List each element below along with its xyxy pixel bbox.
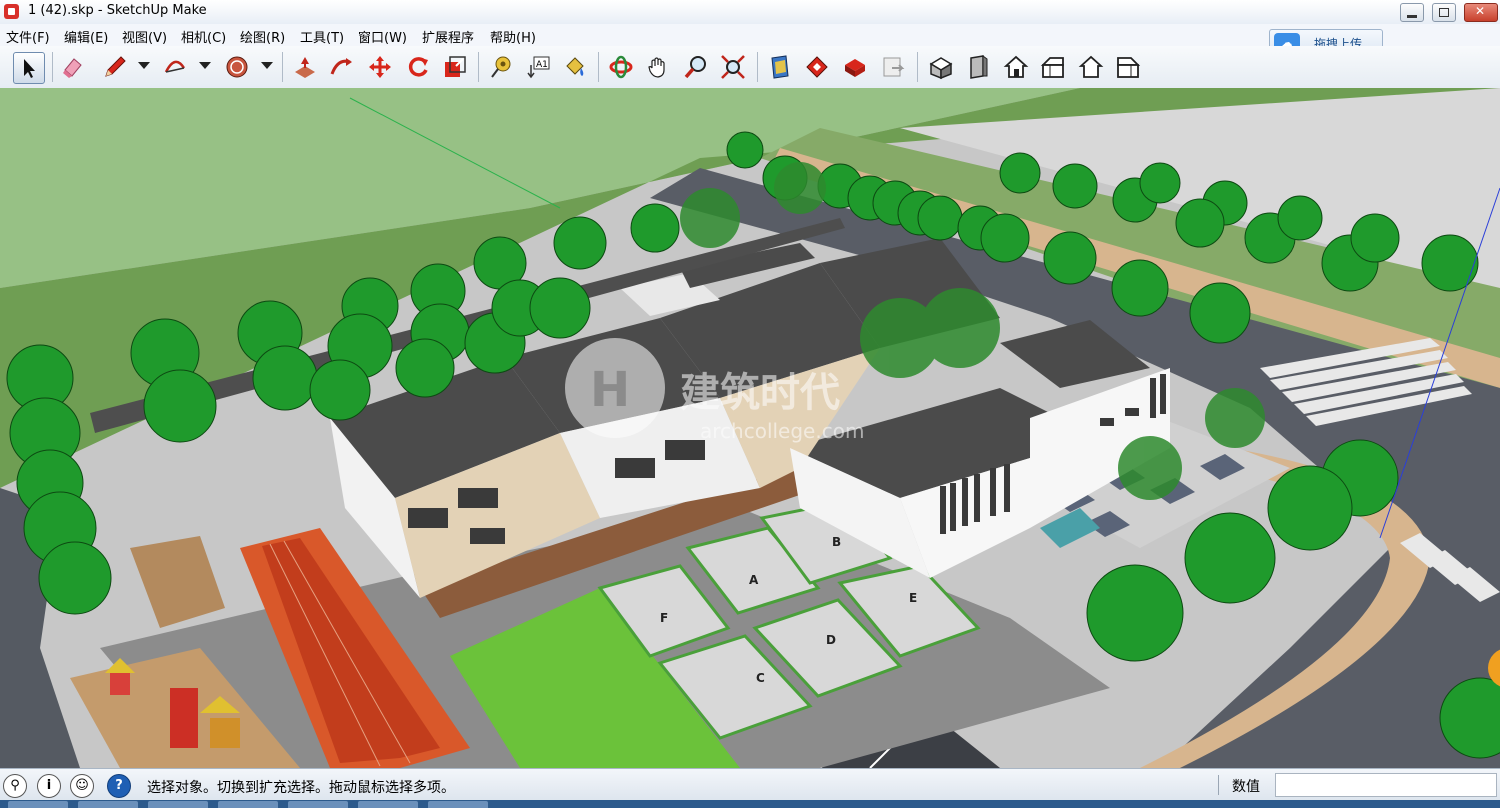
minimize-button[interactable] [1400,3,1424,22]
title-bar: 1 (42).skp - SketchUp Make [0,0,1500,25]
model-viewport[interactable]: A B C D E F H 建筑时代 archcollege.com [0,88,1500,768]
site-model-render: A B C D E F H 建筑时代 archcollege.com [0,88,1500,768]
status-message: 选择对象。切换到扩充选择。拖动鼠标选择多项。 [147,780,455,796]
iso-view-icon[interactable] [926,52,956,82]
menu-camera[interactable]: 相机(C) [181,27,226,46]
orbit-tool-icon[interactable] [606,52,636,82]
pencil-dropdown-chevron-icon[interactable] [138,62,150,69]
extension-warehouse-icon[interactable] [840,52,870,82]
menu-file[interactable]: 文件(F) [6,27,50,46]
svg-text:H: H [590,362,630,418]
main-toolbar: A1 [0,46,1500,89]
front-view-icon[interactable] [1001,52,1031,82]
plot-label-a: A [749,573,759,587]
geo-location-icon[interactable]: ⚲ [3,774,27,798]
menu-extensions[interactable]: 扩展程序 [422,27,474,46]
taskbar-item[interactable] [78,801,138,808]
plot-label-d: D [826,633,836,647]
close-button[interactable] [1464,3,1498,22]
eraser-tool-icon[interactable] [58,52,88,82]
help-icon[interactable]: ? [107,774,131,798]
watermark-url: archcollege.com [700,419,864,443]
taskbar-item[interactable] [8,801,68,808]
menu-draw[interactable]: 绘图(R) [240,27,285,46]
watermark-text: 建筑时代 [680,370,840,416]
status-bar: ⚲ i ☺ ? 选择对象。切换到扩充选择。拖动鼠标选择多项。 数值 [0,768,1500,801]
menu-window[interactable]: 窗口(W) [358,27,407,46]
text-tool-icon[interactable]: A1 [523,52,553,82]
share-model-icon[interactable] [802,52,832,82]
top-view-icon[interactable] [963,52,993,82]
plot-label-e: E [909,591,917,605]
menu-help[interactable]: 帮助(H) [490,27,536,46]
taskbar-item[interactable] [358,801,418,808]
arc-tool-icon[interactable] [160,52,190,82]
plot-label-c: C [756,671,765,685]
measurements-label: 数值 [1232,779,1260,795]
user-icon[interactable]: ☺ [70,774,94,798]
move-tool-icon[interactable] [365,52,395,82]
arc-dropdown-chevron-icon[interactable] [199,62,211,69]
menu-tools[interactable]: 工具(T) [300,27,344,46]
menu-view[interactable]: 视图(V) [122,27,167,46]
shape-tool-icon[interactable] [222,52,252,82]
svg-text:A1: A1 [536,60,548,70]
taskbar-item[interactable] [218,801,278,808]
rotate-tool-icon[interactable] [403,52,433,82]
shape-dropdown-chevron-icon[interactable] [261,62,273,69]
left-view-icon[interactable] [1113,52,1143,82]
sketchup-logo-icon [4,4,19,19]
menu-edit[interactable]: 编辑(E) [64,27,108,46]
pan-tool-icon[interactable] [643,52,673,82]
measurements-input[interactable] [1275,773,1497,797]
zoom-tool-icon[interactable] [681,52,711,82]
info-icon[interactable]: i [37,774,61,798]
tape-measure-tool-icon[interactable] [486,52,516,82]
follow-me-tool-icon[interactable] [326,52,356,82]
send-to-layout-icon[interactable] [878,52,908,82]
push-pull-tool-icon[interactable] [290,52,320,82]
scale-tool-icon[interactable] [440,52,470,82]
paint-bucket-tool-icon[interactable] [560,52,590,82]
plot-label-f: F [660,611,668,625]
maximize-button[interactable] [1432,3,1456,22]
taskbar-item[interactable] [428,801,488,808]
plot-label-b: B [832,535,841,549]
get-models-icon[interactable] [765,52,795,82]
select-tool-icon[interactable] [13,52,45,84]
taskbar-item[interactable] [148,801,208,808]
right-view-icon[interactable] [1038,52,1068,82]
taskbar [0,800,1500,808]
pencil-tool-icon[interactable] [100,52,130,82]
window-title: 1 (42).skp - SketchUp Make [28,3,207,18]
taskbar-item[interactable] [288,801,348,808]
zoom-extents-tool-icon[interactable] [718,52,748,82]
back-view-icon[interactable] [1076,52,1106,82]
